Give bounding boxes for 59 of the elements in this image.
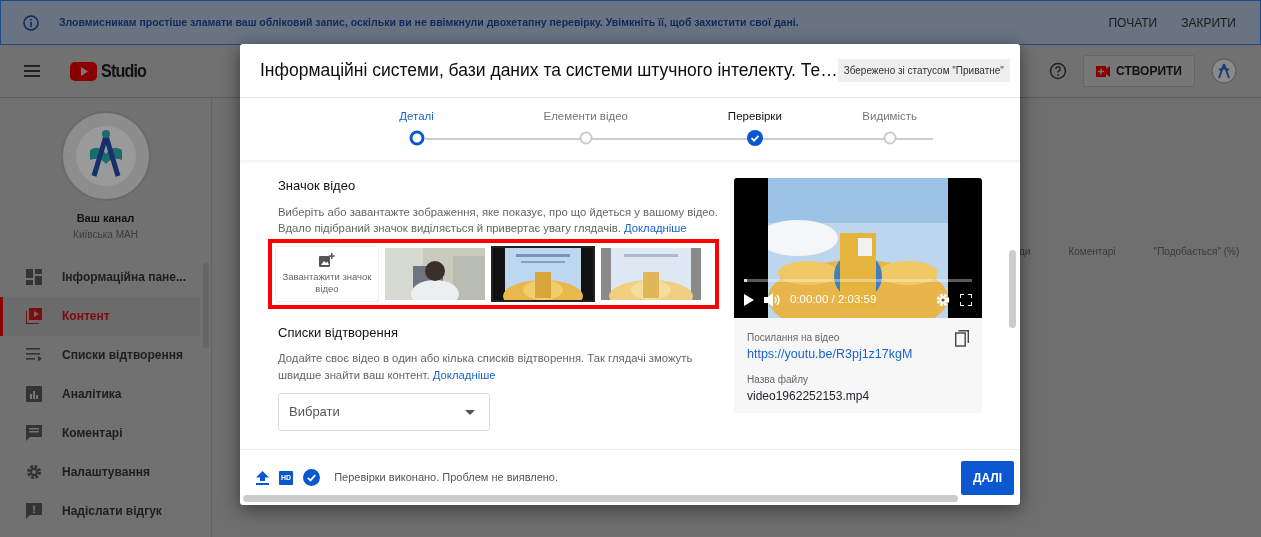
section-description: Виберіть або завантажте зображення, яке показує, про що йдеться у вашому відео. Вдало підібраний значок виділяється й привертає увагу глядачів. Докладніше: [278, 204, 719, 237]
step-label[interactable]: Перевірки: [727, 108, 782, 128]
sidebar-item[interactable]: Надіслати відгук: [0, 491, 200, 531]
check-status: Перевірки виконано. Проблем не виявлено.: [334, 470, 559, 486]
check-circle-icon: [303, 469, 321, 486]
add-image-icon: [319, 252, 335, 267]
fullscreen-icon[interactable]: [960, 294, 972, 306]
progress-track[interactable]: [744, 279, 972, 282]
playlist-dropdown[interactable]: Вибрати: [278, 393, 490, 432]
scrollbar-thumb[interactable]: [1009, 250, 1016, 328]
file-name: video1962252153.mp4: [747, 387, 871, 405]
sidebar-item[interactable]: Аналітика: [0, 374, 200, 414]
banner-action[interactable]: ПОЧАТИ: [1106, 13, 1160, 32]
next-button[interactable]: ДАЛІ: [960, 460, 1014, 495]
sidebar-item[interactable]: Коментарі: [0, 413, 200, 453]
help-icon[interactable]: [1049, 62, 1067, 80]
section-heading: Списки відтворення: [278, 324, 399, 341]
dialog-title: Інформаційні системи, бази даних та системи штучного інтелекту. Те…: [260, 59, 838, 83]
volume-icon[interactable]: [764, 293, 780, 307]
feedback-icon: [26, 503, 42, 519]
copy-icon[interactable]: [955, 330, 969, 347]
warning-message: Зловмисникам простіше зламати ваш обліковий запис, оскільки ви не ввімкнули двохетапну перевірку. Увімкніть її, щоб захистити свої дані.: [59, 14, 800, 30]
learn-more-link[interactable]: Докладніше: [623, 222, 687, 235]
video-link[interactable]: https://youtu.be/R3pj1z17kgM: [747, 345, 913, 364]
step-label[interactable]: Елементи відео: [543, 108, 628, 128]
comment-icon: [26, 425, 42, 441]
menu-icon[interactable]: [24, 65, 40, 77]
step-label[interactable]: Деталі: [399, 108, 434, 128]
sidebar-item[interactable]: Налаштування: [0, 452, 200, 492]
play-logo-icon: [70, 61, 97, 81]
scrollbar-thumb[interactable]: [243, 495, 958, 502]
channel-title: Ваш канал: [75, 211, 136, 226]
play-icon[interactable]: [744, 294, 754, 306]
dropdown-caret-icon: [465, 409, 475, 415]
sidebar-item[interactable]: Списки відтворення: [0, 335, 200, 375]
section-description: Додайте своє відео в один або кілька списків відтворення. Так глядачі зможуть швидше знайти ваш контент. Докладніше: [278, 351, 694, 383]
upload-icon: [256, 470, 269, 485]
field-label: Посилання на відео: [747, 331, 841, 345]
settings-icon: [26, 464, 42, 480]
settings-icon[interactable]: [936, 293, 950, 307]
video-library-icon: [26, 308, 42, 324]
upload-thumbnail-button[interactable]: Завантажити значок відео: [275, 245, 379, 302]
progress-fill: [744, 279, 747, 282]
video-time: 0:00:00 / 2:03:59: [790, 292, 878, 308]
logo-text: Studio: [101, 58, 147, 83]
avatar-icon[interactable]: [1211, 58, 1237, 84]
step-label[interactable]: Видимість: [862, 108, 918, 128]
create-button[interactable]: СТВОРИТИ: [1083, 55, 1195, 87]
banner-action[interactable]: ЗАКРИТИ: [1179, 13, 1238, 32]
sidebar-item[interactable]: Інформаційна пане...: [0, 257, 200, 297]
camera-plus-icon: [1096, 65, 1110, 77]
save-status: Збережено зі статусом "Приватне": [837, 59, 1010, 82]
section-heading: Значок відео: [278, 178, 357, 194]
learn-more-link[interactable]: Докладніше: [432, 368, 496, 381]
info-icon: [23, 14, 39, 31]
playlist-icon: [26, 347, 42, 363]
analytics-icon: [26, 386, 42, 402]
dashboard-icon: [26, 269, 42, 285]
field-label: Назва файлу: [747, 372, 809, 387]
